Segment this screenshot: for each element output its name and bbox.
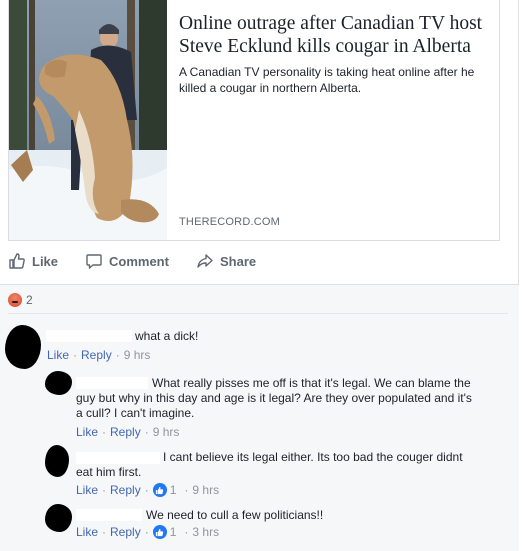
reply-reply-link[interactable]: Reply <box>110 425 141 439</box>
reply-actions: Like · Reply · 1 · 9 hrs <box>76 483 219 497</box>
redacted-name <box>46 330 132 342</box>
separator: · <box>115 348 120 362</box>
reply-text: We need to cull a few politicians!! <box>146 508 324 522</box>
share-button[interactable]: Share <box>196 248 256 274</box>
share-label: Share <box>220 253 257 269</box>
like-count: 1 <box>169 483 177 497</box>
like-button[interactable]: Like <box>8 248 58 274</box>
like-badge-icon <box>152 525 167 539</box>
reply-like-link[interactable]: Like <box>76 525 98 539</box>
like-badge-icon <box>152 483 167 497</box>
post-action-bar: Like Comment Share <box>8 248 508 274</box>
avatar[interactable] <box>45 504 72 532</box>
facebook-post: Online outrage after Canadian TV host St… <box>0 0 519 551</box>
reply-timestamp[interactable]: 9 hrs <box>153 425 180 439</box>
comment-like-link[interactable]: Like <box>47 348 69 362</box>
avatar[interactable] <box>45 445 69 477</box>
separator: · <box>102 425 107 439</box>
preview-image[interactable] <box>9 0 167 240</box>
comment-button[interactable]: Comment <box>85 248 169 274</box>
reaction-count: 2 <box>26 293 33 307</box>
like-count-badge[interactable]: 1 <box>152 483 177 497</box>
like-count: 1 <box>169 525 177 539</box>
separator: · <box>73 348 78 362</box>
separator: · <box>144 483 149 497</box>
comment-reply-link[interactable]: Reply <box>81 348 112 362</box>
reply-reply-link[interactable]: Reply <box>110 483 141 497</box>
reply-text: What really pisses me off is that it's l… <box>76 376 472 420</box>
hunter-with-cougar-photo <box>9 0 167 240</box>
avatar[interactable] <box>5 325 41 369</box>
reaction-summary[interactable]: 2 <box>8 293 33 307</box>
comment-actions: Like · Reply · 9 hrs <box>47 348 150 362</box>
redacted-name <box>76 509 142 521</box>
share-arrow-icon <box>197 254 213 268</box>
separator: · <box>144 525 149 539</box>
comment-bubble-icon <box>86 254 102 269</box>
preview-headline[interactable]: Online outrage after Canadian TV host St… <box>179 12 497 58</box>
separator: · <box>144 425 149 439</box>
comment-timestamp[interactable]: 9 hrs <box>124 348 151 362</box>
preview-domain: THERECORD.COM <box>179 216 280 228</box>
separator: · <box>102 483 107 497</box>
comment-text: what a dick! <box>135 329 199 343</box>
like-label: Like <box>32 253 59 269</box>
reply-actions: Like · Reply · 9 hrs <box>76 425 179 439</box>
reply-actions: Like · Reply · 1 · 3 hrs <box>76 525 219 539</box>
preview-description: A Canadian TV personality is taking heat… <box>179 65 475 95</box>
reply-timestamp[interactable]: 9 hrs <box>192 483 219 497</box>
reply-like-link[interactable]: Like <box>76 425 98 439</box>
separator: · <box>184 483 189 497</box>
comments-section: 2 what a dick! Like · Reply · 9 hrs What… <box>0 284 519 551</box>
reply-text: I cant believe its legal either. Its too… <box>76 450 463 479</box>
avatar[interactable] <box>45 371 72 395</box>
separator: · <box>184 525 189 539</box>
angry-reaction-icon <box>8 293 22 307</box>
divider <box>8 313 508 314</box>
comment-label: Comment <box>109 253 169 269</box>
thumbs-up-icon <box>9 253 25 269</box>
like-count-badge[interactable]: 1 <box>152 525 177 539</box>
reply-like-link[interactable]: Like <box>76 483 98 497</box>
reply-timestamp[interactable]: 3 hrs <box>192 525 219 539</box>
reply-reply-link[interactable]: Reply <box>110 525 141 539</box>
link-preview-card[interactable]: Online outrage after Canadian TV host St… <box>8 0 500 241</box>
separator: · <box>102 525 107 539</box>
